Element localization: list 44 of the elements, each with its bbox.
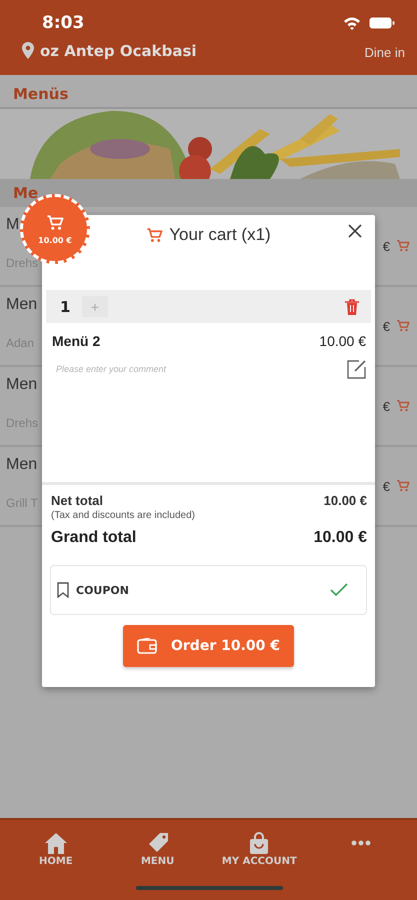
cart-amount: 10.00 €	[38, 236, 72, 244]
wifi-icon	[343, 16, 361, 30]
more-icon	[351, 840, 372, 846]
add-to-cart-icon[interactable]	[396, 399, 410, 413]
quantity: 1	[60, 298, 72, 316]
status-time: 8:03	[42, 13, 86, 33]
nav-tab[interactable]: MENU	[106, 832, 208, 867]
item-price: €	[382, 398, 390, 414]
tax-note: (Tax and discounts are included)	[51, 510, 196, 521]
order-mode[interactable]: Dine in	[364, 45, 405, 60]
net-total-label: Net total	[51, 493, 103, 508]
item-name: M	[6, 216, 20, 234]
item-name: Men	[6, 296, 38, 314]
item-price: €	[382, 478, 390, 494]
restaurant-name[interactable]: oz Antep Ocakbasi	[40, 42, 365, 60]
item-name: Men	[6, 376, 38, 394]
cart-title: Your cart (x1)	[169, 225, 271, 245]
grand-total-value: 10.00 €	[314, 529, 367, 547]
location-pin-icon	[22, 42, 34, 59]
line-item-price: 10.00 €	[319, 333, 366, 349]
order-button[interactable]: Order 10.00 €	[123, 625, 294, 667]
home-icon	[44, 832, 68, 854]
add-to-cart-icon[interactable]	[396, 319, 410, 333]
nav-tab[interactable]: HOME	[5, 832, 107, 867]
battery-icon	[369, 17, 395, 29]
trash-icon[interactable]	[345, 298, 359, 314]
coupon-label: COUPON	[76, 584, 129, 596]
cart-icon	[146, 226, 164, 244]
coupon-field[interactable]: COUPON	[50, 565, 367, 615]
cart-icon	[46, 214, 64, 232]
bookmark-icon	[57, 582, 69, 598]
edit-icon[interactable]	[347, 359, 367, 379]
line-item-name: Menü 2	[52, 333, 100, 349]
wallet-icon	[137, 638, 157, 654]
item-price: €	[382, 318, 390, 334]
nav-tab[interactable]: MY ACCOUNT	[208, 832, 310, 867]
close-button[interactable]	[347, 223, 363, 239]
net-total-value: 10.00 €	[324, 493, 367, 508]
item-name: Men	[6, 456, 38, 474]
grand-total-label: Grand total	[51, 529, 136, 547]
section-title: Menüs	[13, 85, 68, 103]
add-to-cart-icon[interactable]	[396, 479, 410, 493]
add-to-cart-icon[interactable]	[396, 239, 410, 253]
item-price: €	[382, 238, 390, 254]
